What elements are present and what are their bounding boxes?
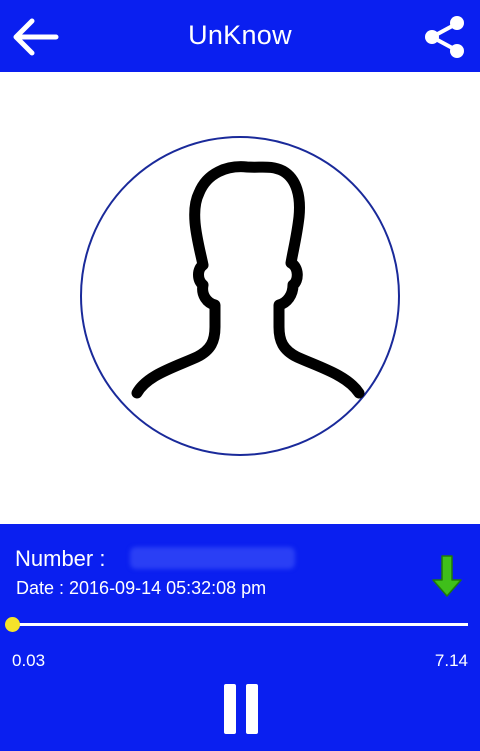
recording-panel: Number : Date : 2016-09-14 05:32:08 pm 0… [0,524,480,751]
share-icon [425,16,464,58]
total-time: 7.14 [434,651,468,670]
pause-button[interactable] [220,684,260,736]
seek-bar[interactable] [4,617,468,632]
app-bar: UnKnow [0,0,480,72]
download-button[interactable] [431,554,463,598]
date-label: Date : 2016-09-14 05:32:08 pm [16,578,267,598]
current-time: 0.03 [12,651,46,670]
page-title: UnKnow [188,20,292,50]
seek-thumb[interactable] [4,617,20,632]
arrow-down-icon [432,555,462,597]
person-silhouette-icon [80,136,400,456]
share-button[interactable] [422,14,468,60]
number-value-redacted [130,547,295,569]
contact-avatar [79,135,401,457]
pause-icon-bar [246,684,258,734]
number-label: Number : [15,546,106,571]
pause-icon [224,684,236,734]
